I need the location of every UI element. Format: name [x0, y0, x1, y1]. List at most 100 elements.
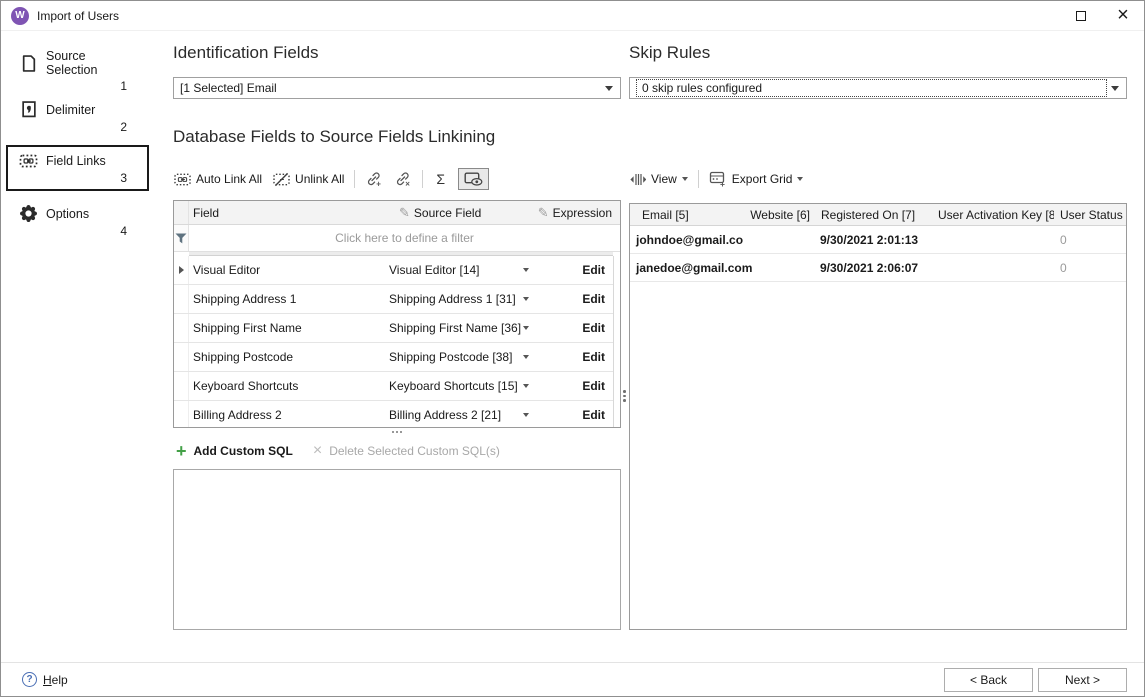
next-button[interactable]: Next >: [1038, 668, 1127, 692]
column-header-activation-key[interactable]: User Activation Key [8]: [938, 208, 1054, 222]
step-number: 3: [19, 171, 127, 185]
source-field-dropdown[interactable]: Shipping First Name [36]: [387, 314, 535, 342]
column-header-email[interactable]: Email [5]: [630, 208, 750, 222]
table-row[interactable]: Billing Address 2 Billing Address 2 [21]…: [174, 401, 613, 427]
field-cell: Visual Editor: [189, 256, 387, 284]
edit-expression-link[interactable]: Edit: [535, 401, 613, 427]
filter-input[interactable]: Click here to define a filter: [189, 225, 620, 251]
source-field-value: Shipping First Name [36]: [389, 321, 521, 335]
chevron-down-icon: [523, 268, 529, 272]
field-cell: Shipping Address 1: [189, 285, 387, 313]
grid-filter-row: Click here to define a filter: [174, 225, 620, 252]
grid-header-row: Field ✎ Source Field ✎ Expression: [174, 201, 620, 225]
table-row[interactable]: Keyboard Shortcuts Keyboard Shortcuts [1…: [174, 372, 613, 401]
pencil-icon: ✎: [538, 205, 549, 221]
delete-custom-sql-label: Delete Selected Custom SQL(s): [329, 444, 500, 458]
help-icon: ?: [22, 672, 37, 687]
export-grid-icon: +: [709, 171, 727, 187]
maximize-button[interactable]: [1060, 1, 1102, 31]
summary-button[interactable]: Σ: [432, 169, 449, 189]
step-label: Options: [46, 207, 89, 221]
skip-rules-heading: Skip Rules: [629, 42, 1127, 64]
field-links-icon: [19, 153, 38, 169]
sidebar-item-source-selection[interactable]: Source Selection 1: [6, 41, 149, 87]
field-cell: Keyboard Shortcuts: [189, 372, 387, 400]
table-row[interactable]: Shipping Postcode Shipping Postcode [38]…: [174, 343, 613, 372]
step-label: Field Links: [46, 154, 106, 168]
unlink-icon: [273, 172, 290, 187]
unlink-all-button[interactable]: Unlink All: [272, 170, 345, 189]
auto-link-all-button[interactable]: Auto Link All: [173, 170, 263, 189]
x-icon: ×: [313, 444, 322, 458]
source-field-dropdown[interactable]: Keyboard Shortcuts [15]: [387, 372, 535, 400]
source-field-dropdown[interactable]: Billing Address 2 [21]: [387, 401, 535, 427]
expand-arrow-icon: [179, 266, 184, 274]
source-field-dropdown[interactable]: Visual Editor [14]: [387, 256, 535, 284]
registered-on-cell: 9/30/2021 2:06:07: [816, 261, 938, 275]
column-header-user-status[interactable]: User Status [9]: [1054, 208, 1126, 222]
identification-fields-dropdown[interactable]: [1 Selected] Email: [173, 77, 621, 99]
column-header-registered-on[interactable]: Registered On [7]: [816, 208, 938, 222]
auto-link-icon: [174, 172, 191, 187]
maximize-icon: [1076, 11, 1086, 21]
skip-rules-value: 0 skip rules configured: [642, 81, 1101, 95]
custom-sql-textarea[interactable]: [173, 469, 621, 630]
column-header-expression[interactable]: ✎ Expression: [535, 201, 620, 224]
source-field-value: Keyboard Shortcuts [15]: [389, 379, 521, 393]
add-link-button[interactable]: +: [364, 169, 384, 189]
add-custom-sql-button[interactable]: + Add Custom SQL: [176, 444, 293, 458]
table-row[interactable]: Shipping Address 1 Shipping Address 1 [3…: [174, 285, 613, 314]
preview-toggle-button[interactable]: [458, 168, 489, 190]
row-indicator-cell: [174, 314, 189, 342]
preview-eye-icon: [464, 172, 483, 186]
identification-fields-value: [1 Selected] Email: [180, 81, 605, 95]
column-header-website[interactable]: Website [6]: [750, 208, 816, 222]
titlebar[interactable]: W Import of Users ×: [1, 1, 1144, 31]
edit-expression-link[interactable]: Edit: [535, 285, 613, 313]
skip-rules-dropdown[interactable]: 0 skip rules configured: [629, 77, 1127, 99]
identification-fields-heading: Identification Fields: [173, 42, 621, 64]
source-field-value: Billing Address 2 [21]: [389, 408, 521, 422]
row-indicator-cell: [174, 256, 189, 284]
column-header-source-field[interactable]: ✎ Source Field: [387, 201, 535, 224]
sidebar-item-delimiter[interactable]: Delimiter 2: [6, 93, 149, 139]
table-row[interactable]: johndoe@gmail.co 9/30/2021 2:01:13 0: [630, 226, 1126, 254]
grid-rows: Visual Editor Visual Editor [14] Edit: [174, 256, 613, 427]
source-field-dropdown[interactable]: Shipping Postcode [38]: [387, 343, 535, 371]
edit-expression-link[interactable]: Edit: [535, 343, 613, 371]
export-grid-menu-button[interactable]: + Export Grid: [708, 169, 805, 189]
table-row[interactable]: Shipping First Name Shipping First Name …: [174, 314, 613, 343]
edit-expression-link[interactable]: Edit: [535, 314, 613, 342]
column-header-field[interactable]: Field: [189, 201, 387, 224]
linking-toolbar: Auto Link All Unlink All: [173, 166, 621, 192]
row-indicator-cell: [174, 285, 189, 313]
edit-expression-link[interactable]: Edit: [535, 256, 613, 284]
auto-link-all-label: Auto Link All: [196, 172, 262, 186]
back-button[interactable]: < Back: [944, 668, 1033, 692]
delete-custom-sql-button[interactable]: × Delete Selected Custom SQL(s): [313, 444, 500, 458]
window-title: Import of Users: [37, 9, 119, 23]
table-row[interactable]: Visual Editor Visual Editor [14] Edit: [174, 256, 613, 285]
document-icon: [19, 55, 38, 72]
sidebar-item-options[interactable]: Options 4: [6, 197, 149, 243]
chevron-down-icon: [523, 355, 529, 359]
panel-splitter[interactable]: [621, 166, 629, 630]
pencil-icon: ✎: [399, 205, 410, 221]
close-button[interactable]: ×: [1102, 1, 1144, 31]
chevron-down-icon: [1111, 86, 1119, 91]
grid-resize-gripper[interactable]: [173, 428, 621, 436]
scrollbar-track[interactable]: [613, 256, 620, 427]
field-cell: Shipping First Name: [189, 314, 387, 342]
help-button[interactable]: ? Help: [22, 672, 68, 687]
source-field-value: Visual Editor [14]: [389, 263, 521, 277]
edit-expression-link[interactable]: Edit: [535, 372, 613, 400]
view-columns-icon: [630, 173, 646, 186]
source-field-value: Shipping Address 1 [31]: [389, 292, 521, 306]
sidebar-item-field-links[interactable]: Field Links 3: [6, 145, 149, 191]
remove-link-button[interactable]: ×: [393, 169, 413, 189]
source-field-dropdown[interactable]: Shipping Address 1 [31]: [387, 285, 535, 313]
table-row[interactable]: janedoe@gmail.com 9/30/2021 2:06:07 0: [630, 254, 1126, 282]
skip-rules-focus-rect: 0 skip rules configured: [636, 79, 1107, 97]
view-menu-button[interactable]: View: [629, 170, 689, 188]
import-wizard-window: W Import of Users × Source Selection 1: [0, 0, 1145, 697]
